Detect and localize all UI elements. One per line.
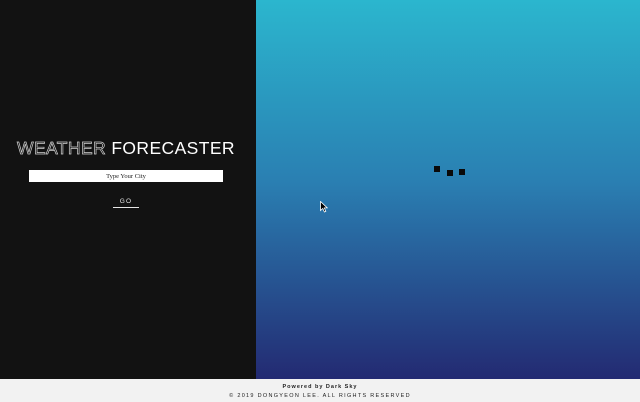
search-panel: WEATHER FORECASTER GO [0, 0, 256, 379]
loading-dot [434, 166, 440, 172]
mouse-pointer-icon [320, 201, 328, 213]
copyright-text: © 2019 DONGYEON LEE. ALL RIGHTS RESERVED [229, 393, 411, 399]
city-search-input[interactable] [29, 170, 223, 182]
app-title-outline-word: WEATHER [17, 138, 107, 159]
loading-dot [459, 169, 465, 175]
app-title: WEATHER FORECASTER [0, 138, 252, 159]
go-button[interactable]: GO [113, 195, 139, 208]
app-title-solid-word: FORECASTER [111, 138, 235, 158]
weather-display-panel [256, 0, 640, 379]
footer: Powered by Dark Sky © 2019 DONGYEON LEE.… [0, 379, 640, 402]
loading-dot [447, 170, 453, 176]
powered-by-text: Powered by Dark Sky [282, 384, 358, 390]
